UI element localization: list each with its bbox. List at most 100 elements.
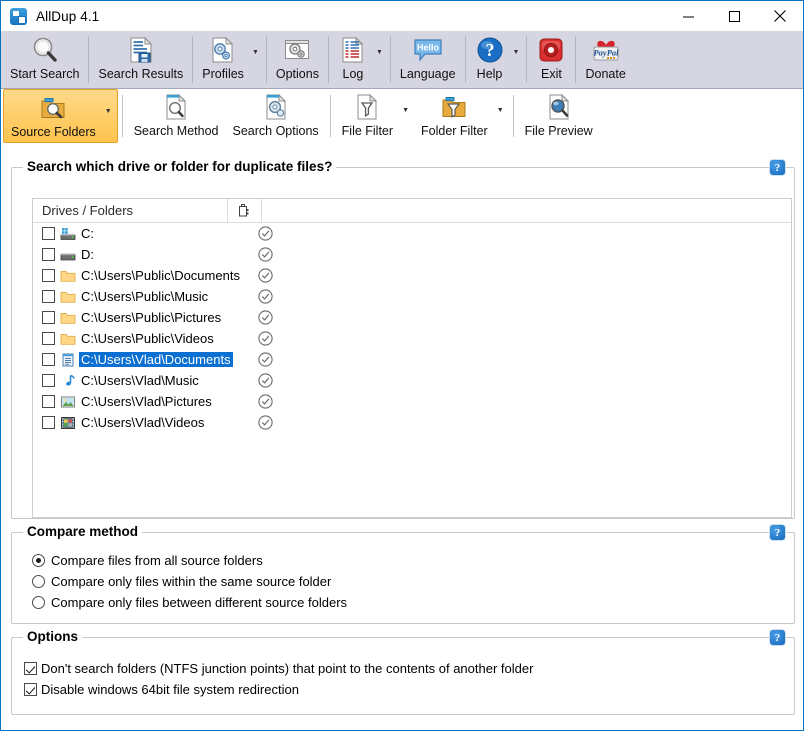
source-folders-dropdown-arrow[interactable]: ▼ [103,108,117,115]
tab-file-preview[interactable]: File Preview [518,89,600,143]
help-question-badge-compare-method[interactable]: ? [769,524,786,541]
toolbar-button-search-results[interactable]: Search Results [91,31,190,88]
list-item-selected[interactable]: C:\Users\Vlad\Documents [33,349,791,370]
tab-source-folders[interactable]: Source Folders ▼ [3,89,118,143]
folder-icon [59,331,76,347]
svg-text:?: ? [485,40,494,60]
radio-compare-between-different-folders[interactable]: Compare only files between different sou… [26,592,347,613]
column-header-drives-folders[interactable]: Drives / Folders [33,199,228,223]
minimize-button[interactable] [665,1,711,31]
close-button[interactable] [757,1,803,31]
toolbar-button-log[interactable]: Log [331,31,375,88]
tab-label: Search Options [232,124,319,138]
toolbar-label: Options [275,67,319,81]
row-path: C:\Users\Public\Videos [81,331,214,346]
row-checkbox[interactable] [42,374,55,387]
list-item[interactable]: D: [33,244,791,265]
checkbox-indicator[interactable] [24,662,37,675]
toolbar-label: Help [476,67,503,81]
row-checkbox[interactable] [42,416,55,429]
row-checkbox[interactable] [42,395,55,408]
toolbar-group-log: Log ▼ [331,31,388,88]
row-checkbox[interactable] [42,269,55,282]
tab-label: Search Method [133,124,219,138]
drives-folders-listbox[interactable]: Drives / Folders C: D: C:\Users\Public\D… [32,198,792,518]
row-checkbox[interactable] [42,290,55,303]
toolbar-button-help[interactable]: ? Help [468,31,512,88]
toolbar-button-exit[interactable]: Exit [529,31,573,88]
list-item[interactable]: C:\Users\Public\Documents [33,265,791,286]
row-path: C:\Users\Public\Pictures [81,310,222,325]
help-question-badge-options[interactable]: ? [769,629,786,646]
log-dropdown-arrow[interactable]: ▼ [375,49,388,56]
row-checkbox[interactable] [42,227,55,240]
toolbar-separator [265,36,267,83]
radio-indicator[interactable] [32,596,45,609]
list-item[interactable]: C:\Users\Vlad\Music [33,370,791,391]
picture-icon [59,394,76,410]
window-controls [665,1,803,31]
toolbar-button-options[interactable]: Options [269,31,326,88]
list-item[interactable]: C:\Users\Vlad\Pictures [33,391,791,412]
toolbar-button-profiles[interactable]: Profiles [195,31,251,88]
checkbox-dont-search-junction-points[interactable]: Don't search folders (NTFS junction poin… [24,658,533,679]
folder-filter-dropdown-arrow[interactable]: ▼ [495,107,509,114]
tab-file-filter[interactable]: File Filter [335,89,400,143]
question-mark-icon: ? [476,35,504,65]
radio-compare-all-source-folders[interactable]: Compare files from all source folders [26,550,347,571]
row-checkbox[interactable] [42,332,55,345]
toolbar-label: Language [399,67,456,81]
row-checkbox[interactable] [42,248,55,261]
check-circle-icon [258,309,274,326]
maximize-button[interactable] [711,1,757,31]
toolbar-separator [192,36,194,83]
file-filter-dropdown-arrow[interactable]: ▼ [400,107,414,114]
checkbox-indicator[interactable] [24,683,37,696]
check-circle-icon [258,330,274,347]
toolbar-separator [464,36,466,83]
tab-label: Source Folders [11,125,96,139]
tab-group-file-filter: File Filter ▼ [335,89,414,143]
help-dropdown-arrow[interactable]: ▼ [512,49,525,56]
list-item[interactable]: C:\Users\Public\Pictures [33,307,791,328]
radio-indicator[interactable] [32,575,45,588]
help-question-badge-source-folders[interactable]: ? [769,159,786,176]
list-item[interactable]: C:\Users\Public\Videos [33,328,791,349]
checkbox-disable-64bit-redirection[interactable]: Disable windows 64bit file system redire… [24,679,533,700]
paypal-heart-icon: PayPal [589,35,623,65]
document-preview-icon [545,92,573,122]
toolbar-button-language[interactable]: Hello Language [393,31,463,88]
row-path: D: [81,247,94,262]
list-item[interactable]: C: [33,223,791,244]
row-checkbox[interactable] [42,311,55,324]
log-list-icon [340,35,366,65]
tab-search-options[interactable]: Search Options [225,89,325,143]
document-gear-icon [263,92,289,122]
source-folders-group: Search which drive or folder for duplica… [11,159,795,519]
list-item[interactable]: C:\Users\Vlad\Videos [33,412,791,433]
system-drive-icon [59,226,76,242]
tab-source-folders-button[interactable]: Source Folders [4,90,103,142]
toolbar-label: Start Search [10,67,80,81]
source-folders-legend: Search which drive or folder for duplica… [23,159,337,174]
tab-search-method[interactable]: Search Method [127,89,226,143]
radio-indicator[interactable] [32,554,45,567]
check-circle-icon [258,288,274,305]
check-circle-icon [258,225,274,242]
alldup-app-icon [10,7,27,25]
tab-separator [329,95,331,137]
row-checkbox[interactable] [42,353,55,366]
radio-compare-within-same-folder[interactable]: Compare only files within the same sourc… [26,571,347,592]
folder-icon [59,289,76,305]
document-search-icon [163,92,189,122]
tab-folder-filter[interactable]: Folder Filter [414,89,495,143]
checkbox-label: Disable windows 64bit file system redire… [41,682,299,697]
list-item[interactable]: C:\Users\Public\Music [33,286,791,307]
toolbar-button-start-search[interactable]: Start Search [3,31,86,88]
toolbar-separator [389,36,391,83]
folder-search-icon [38,93,68,123]
column-header-clipboard[interactable] [228,199,262,223]
toolbar-button-donate[interactable]: PayPal Donate [578,31,632,88]
profiles-dropdown-arrow[interactable]: ▼ [251,49,264,56]
toolbar-separator [575,36,577,83]
